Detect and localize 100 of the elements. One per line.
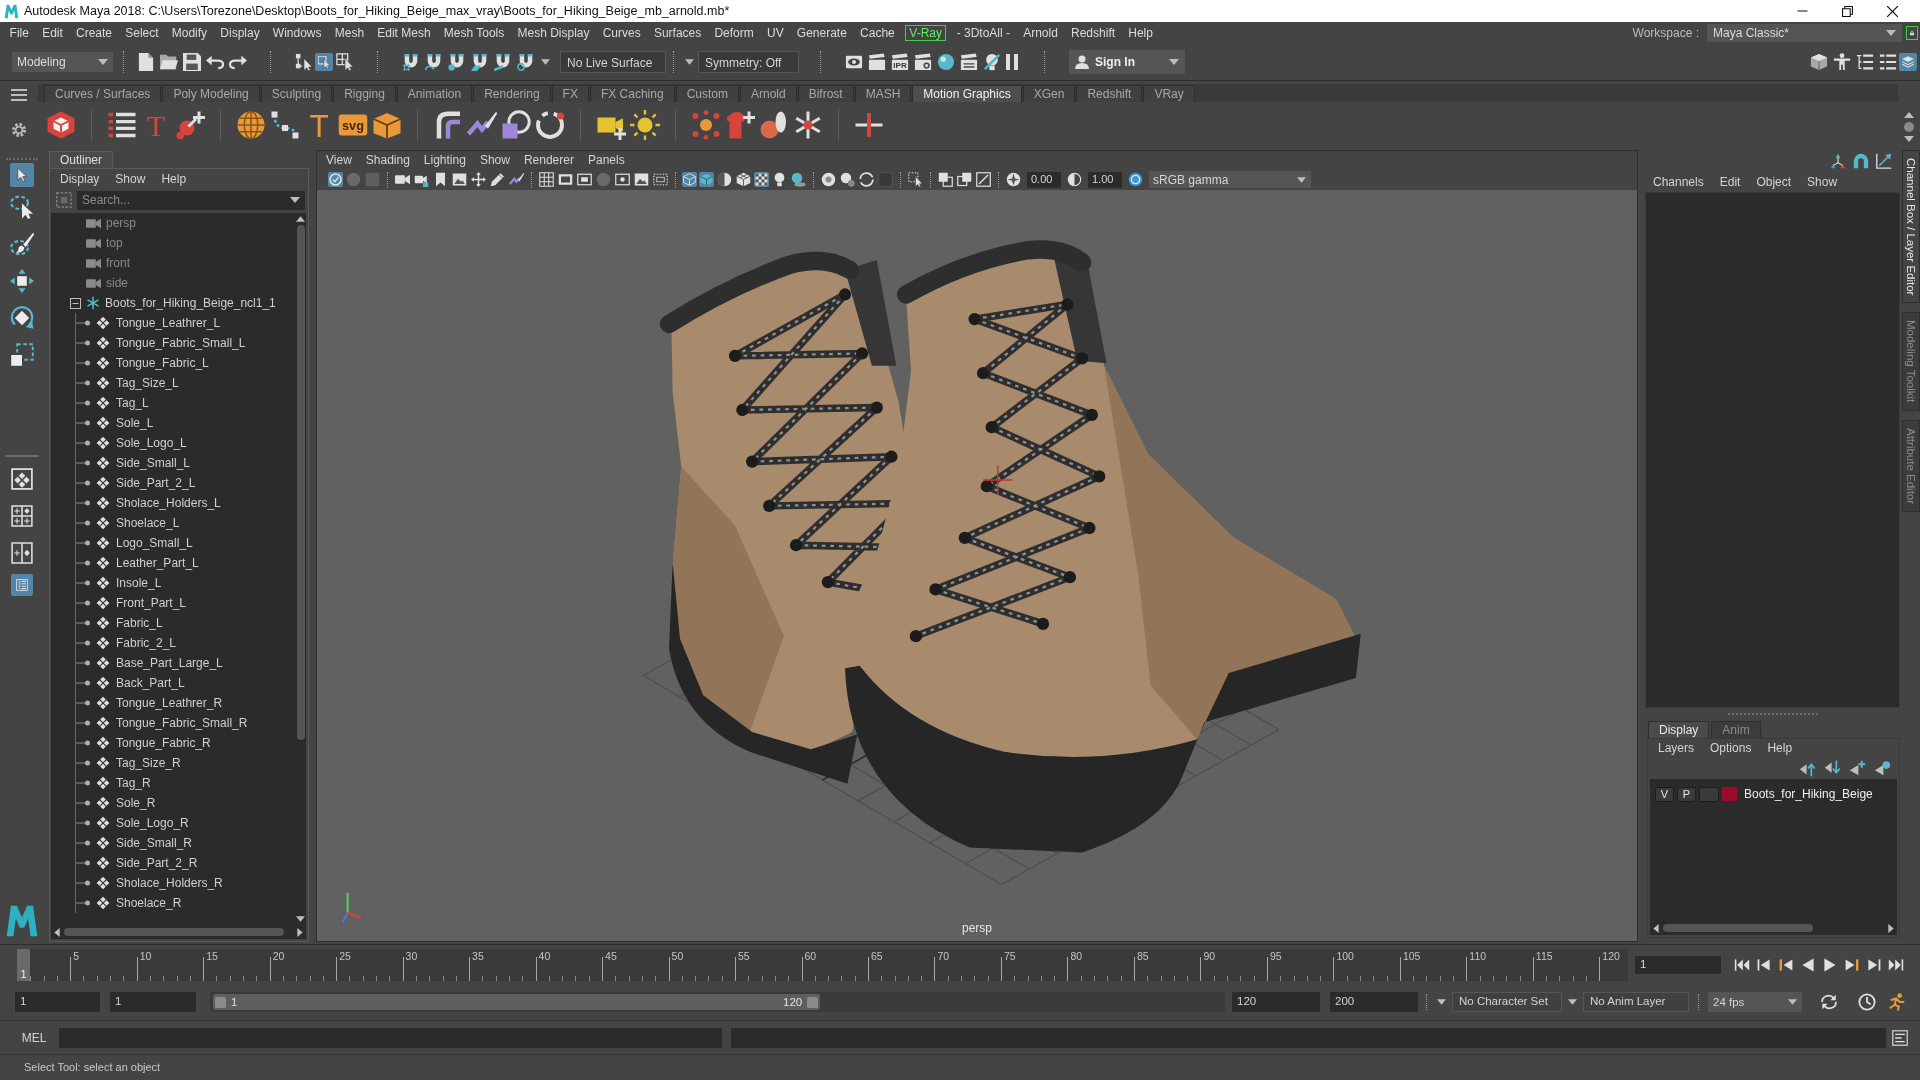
outliner-item[interactable]: Sholace_Holders_L xyxy=(76,493,295,513)
outliner-item[interactable]: Sole_R xyxy=(76,793,295,813)
shelf-tab[interactable]: MASH xyxy=(854,85,912,102)
shelf-tab[interactable]: FX Caching xyxy=(589,85,675,102)
xray-sphere-icon[interactable] xyxy=(821,172,836,187)
eye-window-icon[interactable] xyxy=(844,53,863,71)
bulb-slash-icon[interactable] xyxy=(982,53,1001,71)
range-bar[interactable]: 1 120 xyxy=(213,994,821,1010)
shelf-tab[interactable]: Rigging xyxy=(333,85,396,102)
camera-icon[interactable] xyxy=(395,172,410,187)
cursor-square-icon[interactable] xyxy=(908,172,923,187)
figure-icon[interactable] xyxy=(1832,53,1851,71)
anim-layer-dropdown[interactable]: No Anim Layer xyxy=(1583,992,1689,1012)
outliner-item[interactable]: Tag_R xyxy=(76,773,295,793)
target-frame-icon[interactable] xyxy=(615,172,630,187)
menu-item[interactable]: Edit xyxy=(35,25,70,41)
two-pane-icon[interactable] xyxy=(11,542,33,564)
menu-item[interactable]: Help xyxy=(153,172,195,186)
clapperboard-lines-icon[interactable] xyxy=(959,53,978,71)
menu-item[interactable]: Create xyxy=(69,25,119,41)
shelf-tab[interactable]: Bifrost xyxy=(797,85,854,102)
clock-icon[interactable] xyxy=(1858,993,1876,1011)
display-type-toggle[interactable] xyxy=(1699,786,1719,802)
character-set-dropdown[interactable]: No Character Set xyxy=(1452,992,1562,1012)
shirt-plus-icon[interactable] xyxy=(725,110,755,140)
magnet-plane-icon[interactable] xyxy=(470,53,489,71)
outliner-item[interactable]: Sole_L xyxy=(76,413,295,433)
menu-item[interactable]: Renderer xyxy=(516,153,581,167)
skip-start-icon[interactable] xyxy=(1734,956,1750,973)
live-surface-field[interactable]: No Live Surface xyxy=(560,51,666,73)
scroll-left-icon[interactable] xyxy=(1653,923,1659,933)
outliner-item[interactable]: Leather_Part_L xyxy=(76,553,295,573)
shelf-tab[interactable]: Redshift xyxy=(1076,85,1143,102)
scale-squares-icon[interactable] xyxy=(10,343,34,367)
lock-icon[interactable] xyxy=(1906,26,1918,40)
ball-pin-icon[interactable] xyxy=(759,110,789,140)
magnet-curve-icon[interactable] xyxy=(424,53,443,71)
shelf-tab[interactable]: FX xyxy=(551,85,589,102)
loop-icon[interactable] xyxy=(1820,993,1838,1011)
globe-icon[interactable] xyxy=(236,110,266,140)
bulb-icon[interactable] xyxy=(772,172,787,187)
pencil-icon[interactable] xyxy=(490,172,505,187)
outliner-item[interactable]: Tag_Size_L xyxy=(76,373,295,393)
magnet-surface-icon[interactable] xyxy=(493,53,512,71)
layer-dot-icon[interactable] xyxy=(1874,759,1891,777)
bezier-curve-icon[interactable] xyxy=(270,110,300,140)
symmetry-dropdown[interactable]: Symmetry: Off xyxy=(698,51,799,73)
restore-icon[interactable] xyxy=(1842,5,1853,17)
textured-cube-icon[interactable] xyxy=(736,172,751,187)
caret-icon[interactable] xyxy=(541,59,550,65)
menu-item[interactable]: Object xyxy=(1748,175,1800,189)
menu-item[interactable]: Redshift xyxy=(1064,25,1122,41)
viewport-canvas[interactable]: persp xyxy=(317,190,1637,941)
layer-name[interactable]: Boots_for_Hiking_Beige xyxy=(1744,787,1873,801)
menu-item[interactable]: Surfaces xyxy=(647,25,708,41)
layered-squares-icon[interactable] xyxy=(938,172,953,187)
clapperboard-circle-icon[interactable] xyxy=(913,53,932,71)
outliner-item[interactable]: Side_Part_2_R xyxy=(76,853,295,873)
shelf-tab[interactable]: Arnold xyxy=(739,85,797,102)
star-circle-icon[interactable] xyxy=(1006,172,1021,187)
outliner-item[interactable]: Back_Part_L xyxy=(76,673,295,693)
half-circle-icon[interactable] xyxy=(1067,172,1082,187)
film-strip-icon[interactable] xyxy=(558,172,573,187)
menu-item[interactable]: Layers xyxy=(1650,741,1703,755)
shelf-tab[interactable]: Custom xyxy=(675,85,739,102)
scroll-up-icon[interactable] xyxy=(1904,111,1914,118)
box-cursor-icon[interactable] xyxy=(315,53,333,71)
folder-icon[interactable] xyxy=(159,53,178,71)
particles-icon[interactable] xyxy=(691,110,721,140)
step-forward-icon[interactable] xyxy=(1866,956,1882,973)
menu-item[interactable]: Mesh xyxy=(328,25,371,41)
menu-item[interactable]: Display xyxy=(213,25,267,41)
four-pane-icon[interactable] xyxy=(11,505,33,527)
menu-item[interactable]: UV xyxy=(760,25,791,41)
outliner-item[interactable]: Side_Small_L xyxy=(76,453,295,473)
check-circle-icon[interactable] xyxy=(328,172,343,187)
shelf-tab[interactable]: Sculpting xyxy=(260,85,333,102)
save-icon[interactable] xyxy=(182,53,201,71)
script-box-icon[interactable] xyxy=(1892,1029,1908,1046)
half-sphere-icon[interactable] xyxy=(717,172,732,187)
range-slider[interactable]: 1 120 xyxy=(210,992,1225,1012)
outliner-item[interactable]: top xyxy=(51,233,295,253)
layer-plus-icon[interactable] xyxy=(1849,759,1866,777)
outliner-item[interactable]: Fabric_L xyxy=(76,613,295,633)
scroll-right-icon[interactable] xyxy=(297,927,303,937)
menu-item[interactable]: Shading xyxy=(358,153,417,167)
play-back-icon[interactable] xyxy=(1800,956,1816,973)
color-axes-icon[interactable] xyxy=(1830,153,1846,169)
sign-in-button[interactable]: Sign In xyxy=(1069,50,1185,74)
scroll-dot-icon[interactable] xyxy=(1904,121,1914,132)
wire-cube-icon[interactable] xyxy=(682,172,697,187)
redo-icon[interactable] xyxy=(228,53,247,71)
step-back-icon[interactable] xyxy=(1756,956,1772,973)
playback-end-field[interactable]: 120 xyxy=(1232,992,1320,1012)
script-language-button[interactable]: MEL xyxy=(14,1030,54,1045)
lasso-cursor-icon[interactable] xyxy=(10,195,34,219)
menu-item[interactable]: Show xyxy=(472,153,517,167)
outliner-item[interactable]: Front_Part_L xyxy=(76,593,295,613)
checker-icon[interactable] xyxy=(754,172,769,187)
brush-cursor-icon[interactable] xyxy=(10,232,34,256)
